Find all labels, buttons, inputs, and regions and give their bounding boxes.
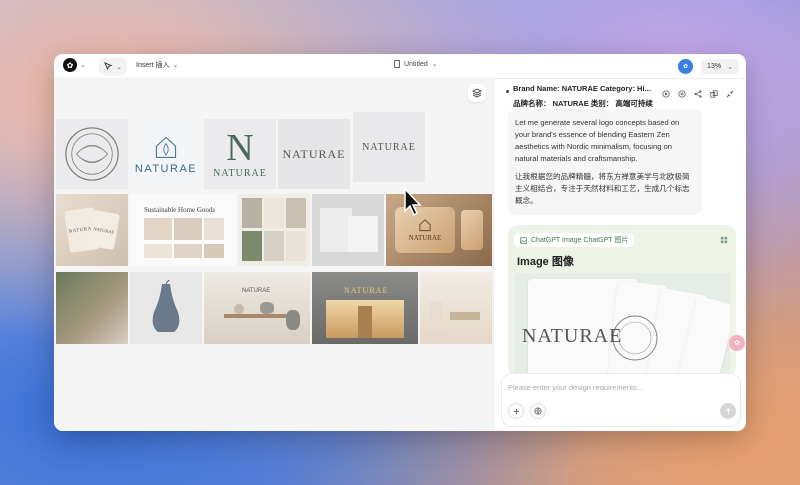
mouse-cursor-icon bbox=[404, 187, 422, 217]
chat-panel: Brand Name: NATURAE Category: Hi... 品牌名称… bbox=[493, 79, 746, 431]
interior-photo[interactable]: NATURAE bbox=[204, 272, 310, 344]
play-icon[interactable] bbox=[662, 90, 670, 98]
image-icon bbox=[520, 236, 527, 244]
app-menu-button[interactable]: ✿ ⌄ bbox=[63, 58, 86, 72]
assistant-avatar[interactable]: ✿ bbox=[729, 335, 745, 351]
logo-concept-house[interactable]: NATURAE bbox=[130, 119, 202, 189]
layers-icon bbox=[472, 88, 482, 98]
interior-wordmark: NATURAE bbox=[242, 288, 271, 294]
logo-concept-letter[interactable]: N NATURAE bbox=[204, 119, 276, 189]
logo-wordmark: NATURAE bbox=[362, 141, 416, 153]
image-title: Image 图像 bbox=[517, 256, 574, 268]
insert-label: Insert 插入 bbox=[136, 62, 170, 69]
panel-actions bbox=[662, 90, 734, 98]
send-button[interactable] bbox=[720, 403, 736, 419]
chevron-down-icon: ⌄ bbox=[727, 63, 733, 71]
round-emblem-icon bbox=[65, 127, 119, 181]
wood-sign-mockup[interactable]: NATURAE bbox=[386, 194, 492, 266]
chat-input-box bbox=[502, 374, 740, 426]
logo-concept-round[interactable] bbox=[56, 119, 128, 189]
sign-wordmark: NATURAE bbox=[408, 234, 442, 242]
select-tool-button[interactable]: ⌄ bbox=[99, 58, 127, 75]
storefront-wordmark: NATURAE bbox=[344, 286, 389, 295]
send-icon bbox=[725, 407, 731, 414]
logo-wordmark: NATURAE bbox=[282, 146, 346, 161]
globe-icon bbox=[534, 407, 542, 415]
layers-button[interactable] bbox=[468, 84, 486, 102]
message-dot-icon bbox=[506, 90, 509, 93]
shop-interior-photo[interactable] bbox=[420, 272, 492, 344]
add-attachment-button[interactable] bbox=[508, 403, 524, 419]
hang-tag-mockup[interactable]: NATURAE NATURAE bbox=[56, 194, 128, 266]
assistant-message: Let me generate several logo concepts ba… bbox=[508, 109, 702, 215]
cursor-tool-icon bbox=[104, 62, 113, 71]
logo-concept-selected[interactable]: NATURAE bbox=[353, 112, 425, 182]
generated-image-card[interactable]: ChatGPT Image ChatGPT 图片 Image 图像 NATURA… bbox=[508, 225, 736, 377]
image-source-tag: ChatGPT Image ChatGPT 图片 bbox=[514, 233, 635, 247]
house-leaf-icon bbox=[155, 136, 177, 158]
avatar[interactable]: ✿ bbox=[678, 59, 693, 74]
grid-icon[interactable] bbox=[720, 236, 728, 244]
storefront-photo[interactable]: NATURAE bbox=[312, 272, 418, 344]
image-preview[interactable]: NATURAE bbox=[514, 273, 730, 377]
settings-icon[interactable] bbox=[678, 90, 686, 98]
textile-photo[interactable] bbox=[56, 272, 128, 344]
moodboard-mockup[interactable] bbox=[238, 194, 310, 266]
zoom-dropdown[interactable]: 13% ⌄ bbox=[701, 59, 739, 74]
share-icon[interactable] bbox=[694, 90, 702, 98]
image-source-label: ChatGPT Image ChatGPT 图片 bbox=[531, 237, 629, 244]
website-title: Sustainable Home Goods bbox=[144, 206, 216, 214]
logo-wordmark: NATURAE bbox=[134, 162, 198, 175]
user-message-header-zh: 品牌名称： NATURAE 类别： 高端可持续 bbox=[513, 99, 653, 108]
logo-concept-serif[interactable]: NATURAE bbox=[278, 119, 350, 189]
vase-icon bbox=[152, 280, 180, 332]
insert-menu-button[interactable]: Insert 插入 ⌄ bbox=[136, 60, 178, 70]
document-icon bbox=[394, 60, 400, 68]
chevron-down-icon: ⌄ bbox=[172, 62, 179, 69]
logo-monogram: N bbox=[226, 126, 254, 169]
logo-wordmark: NATURAE bbox=[213, 167, 267, 179]
tag-wordmark: NATURAE bbox=[93, 225, 115, 235]
document-title-button[interactable]: Untitled ⌄ bbox=[394, 60, 438, 68]
vase-photo[interactable] bbox=[130, 272, 202, 344]
logo-icon: ✿ bbox=[63, 58, 77, 72]
top-toolbar: ✿ ⌄ ⌄ Insert 插入 ⌄ Untitled ⌄ ✿ 13% ⌄ bbox=[54, 54, 746, 79]
assistant-reply-en: Let me generate several logo concepts ba… bbox=[515, 118, 680, 163]
copy-icon[interactable] bbox=[710, 90, 718, 98]
user-message-header: Brand Name: NATURAE Category: Hi... bbox=[513, 84, 651, 93]
collapse-icon[interactable] bbox=[726, 90, 734, 98]
design-canvas[interactable]: NATURAE N NATURAE NATURAE NATURAE NATURA… bbox=[54, 79, 493, 431]
preview-wordmark: NATURAE bbox=[522, 325, 623, 347]
document-title: Untitled bbox=[404, 60, 428, 68]
assistant-reply-zh: 让我根据您的品牌精髓，将东方禅意美学与北欧极简主义相结合，专注于天然材料和工艺，… bbox=[515, 172, 690, 205]
stationery-mockup[interactable] bbox=[312, 194, 384, 266]
house-leaf-icon bbox=[419, 219, 431, 232]
design-requirements-input[interactable] bbox=[508, 380, 728, 394]
app-window: ✿ ⌄ ⌄ Insert 插入 ⌄ Untitled ⌄ ✿ 13% ⌄ NAT… bbox=[54, 54, 746, 431]
chevron-down-icon: ⌄ bbox=[431, 61, 438, 68]
zoom-level: 13% bbox=[707, 63, 722, 70]
website-mockup[interactable]: Sustainable Home Goods bbox=[130, 194, 236, 266]
chevron-down-icon: ⌄ bbox=[116, 63, 122, 71]
web-search-button[interactable] bbox=[530, 403, 546, 419]
plus-icon bbox=[513, 408, 519, 414]
chevron-down-icon: ⌄ bbox=[80, 62, 86, 69]
